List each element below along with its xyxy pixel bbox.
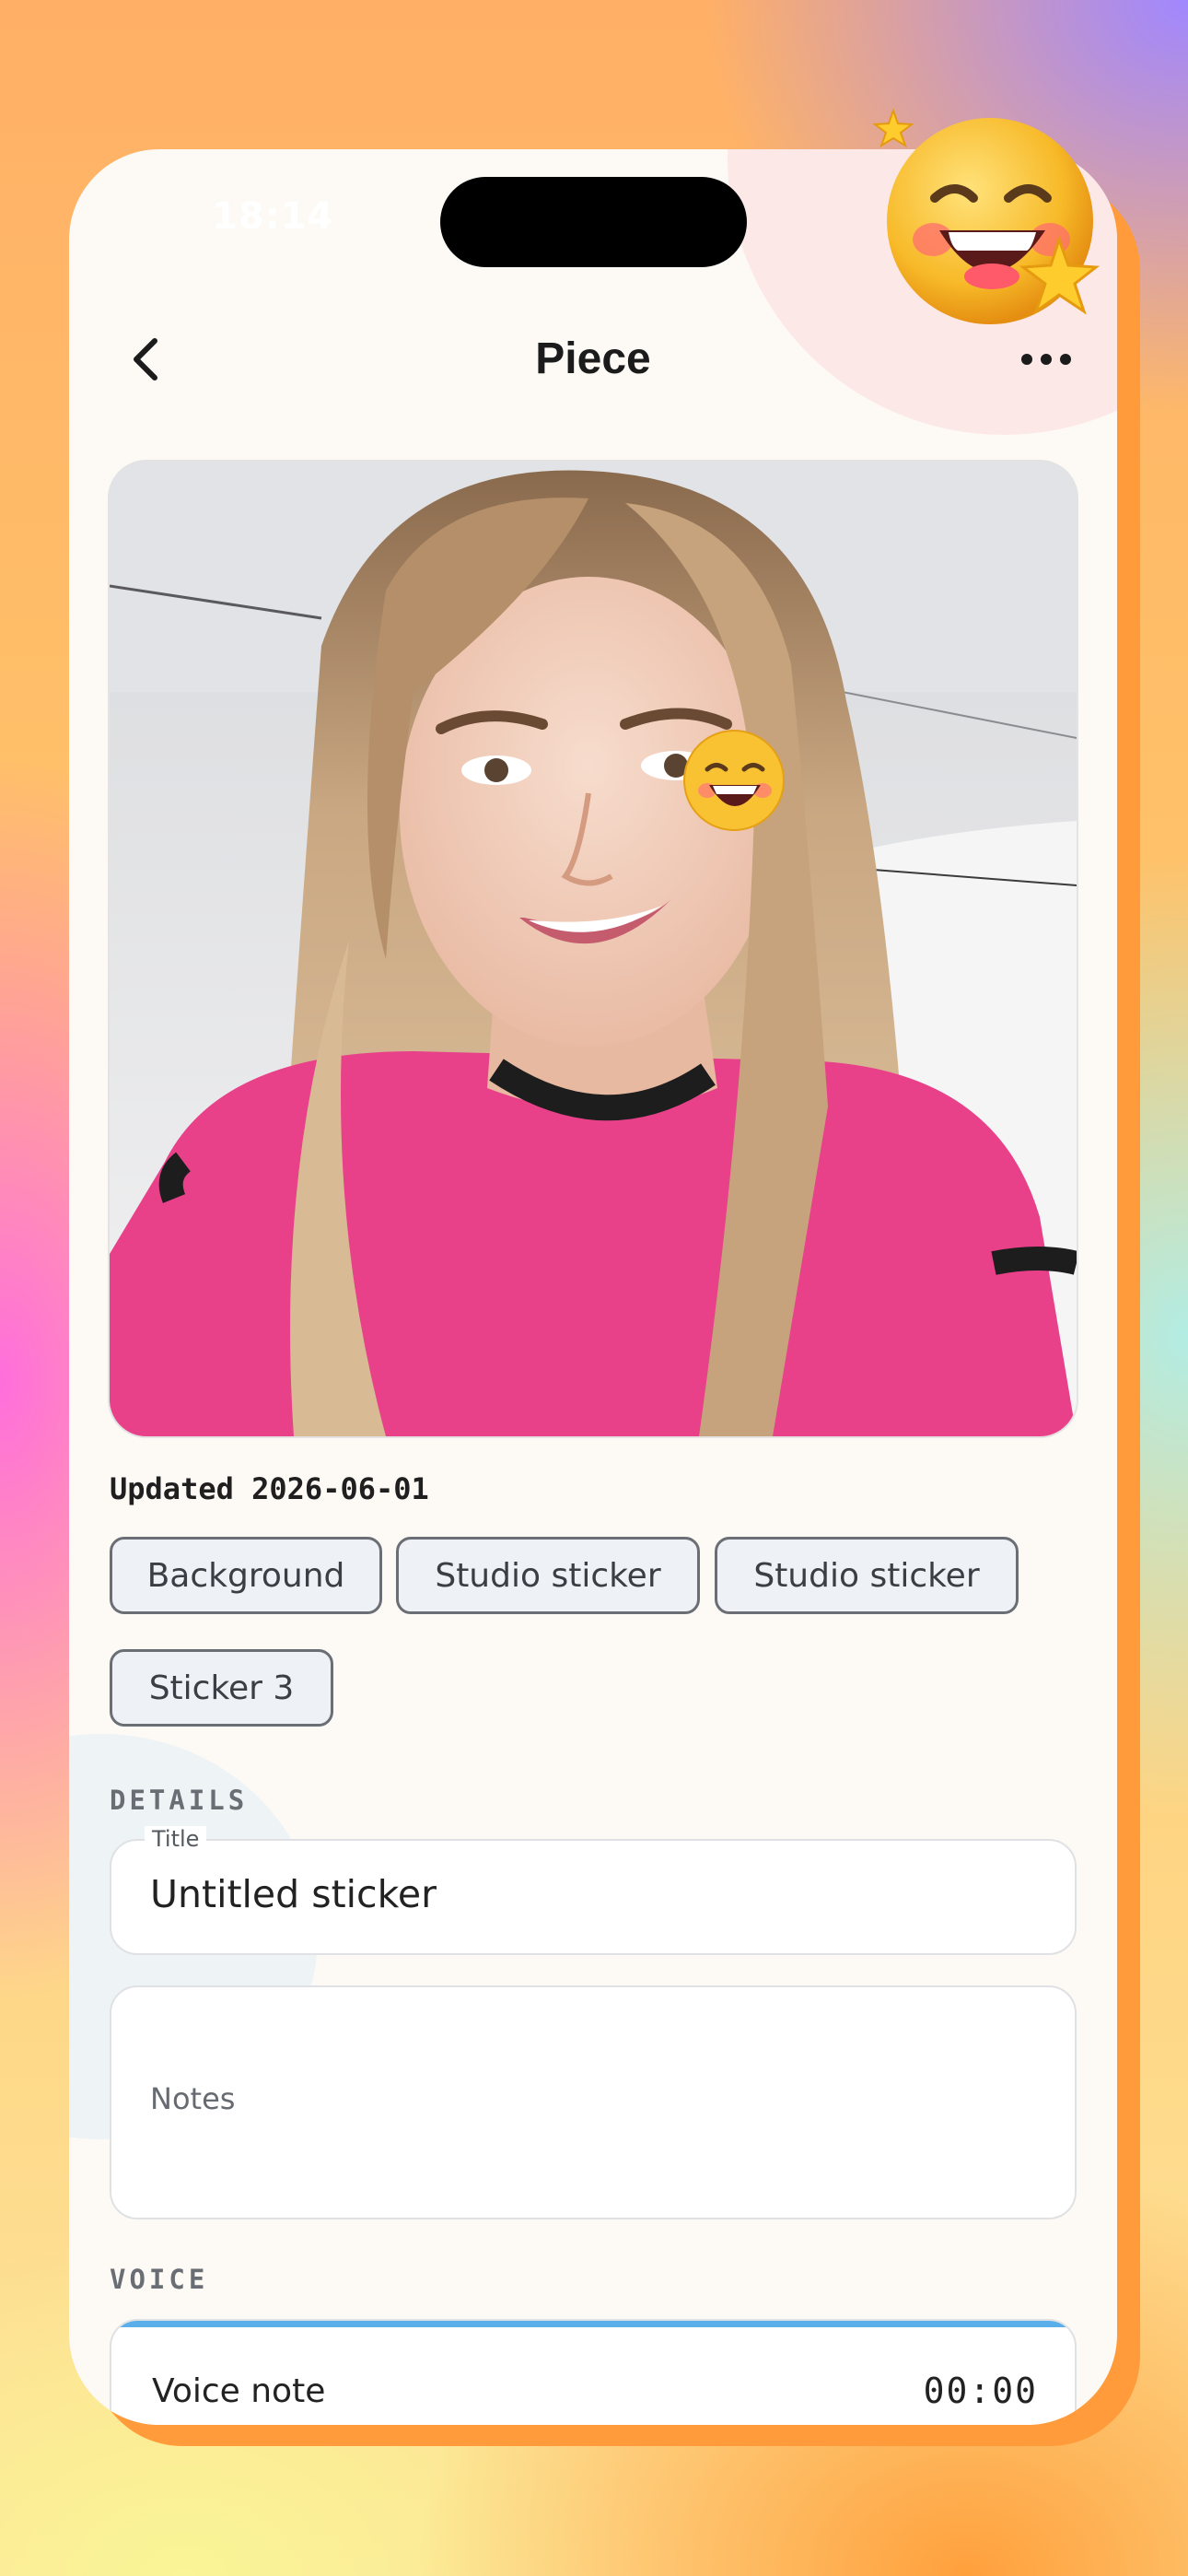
more-button[interactable] bbox=[1018, 341, 1075, 378]
tag-chip[interactable]: Background bbox=[110, 1537, 382, 1614]
selfie-photo-illustration bbox=[110, 462, 1077, 1436]
voice-progress-bar bbox=[111, 2321, 1075, 2327]
voice-section-label: VOICE bbox=[110, 2264, 209, 2295]
sticker-photo[interactable] bbox=[110, 462, 1077, 1436]
voice-note-card[interactable]: Voice note 00:00 bbox=[110, 2319, 1077, 2425]
notes-field[interactable]: Notes bbox=[110, 1985, 1077, 2219]
updated-date: Updated 2026-06-01 bbox=[110, 1471, 429, 1506]
title-input-value[interactable]: Untitled sticker bbox=[150, 1872, 437, 1916]
notes-placeholder: Notes bbox=[150, 2081, 236, 2116]
status-time: 18:14 bbox=[212, 195, 334, 238]
voice-note-label: Voice note bbox=[152, 2372, 326, 2410]
page-title: Piece bbox=[535, 334, 651, 383]
tag-chip[interactable]: Studio sticker bbox=[396, 1537, 700, 1614]
title-field[interactable]: Title Untitled sticker bbox=[110, 1826, 1077, 1955]
voice-note-time: 00:00 bbox=[923, 2371, 1038, 2411]
tag-chip[interactable]: Studio sticker bbox=[715, 1537, 1019, 1614]
dynamic-island bbox=[440, 177, 747, 267]
tag-chip[interactable]: Sticker 3 bbox=[110, 1649, 333, 1727]
more-horizontal-icon bbox=[1021, 354, 1032, 365]
details-section-label: DETAILS bbox=[110, 1785, 249, 1816]
more-dot bbox=[1060, 354, 1071, 365]
more-dot bbox=[1041, 354, 1052, 365]
title-field-label: Title bbox=[145, 1826, 207, 1852]
phone-screen: 18:14 Piece Updated 2026-06-01 Backgroun… bbox=[69, 149, 1117, 2425]
emoji-laugh-sticker-icon bbox=[683, 730, 785, 831]
emoji-grin-sticker-icon bbox=[872, 108, 1101, 324]
